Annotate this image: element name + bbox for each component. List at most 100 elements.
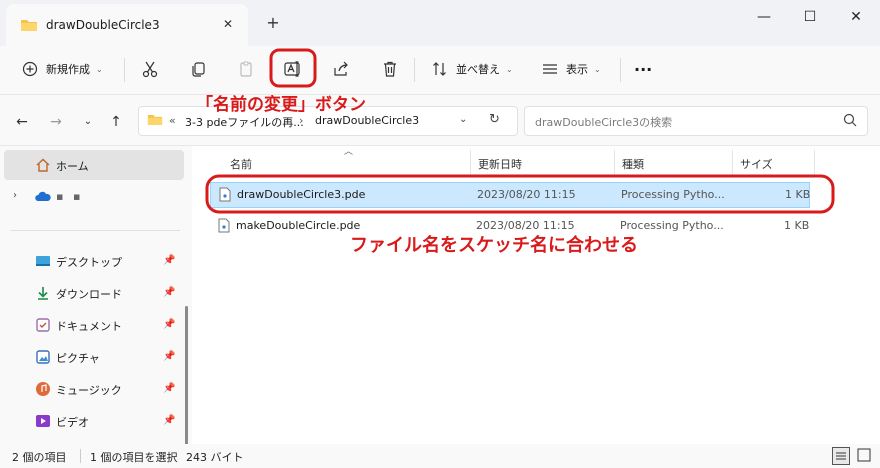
share-button[interactable] xyxy=(331,54,351,84)
nav-cloud-label: ▪ ▪ xyxy=(56,190,84,203)
nav-label: ドキュメント xyxy=(56,320,122,333)
view-label: 表示 xyxy=(566,63,588,76)
selection-size: 243 バイト xyxy=(186,451,244,464)
column-divider[interactable] xyxy=(614,150,615,176)
address-dropdown-icon[interactable]: ⌄ xyxy=(459,114,467,125)
plus-circle-icon xyxy=(20,59,40,79)
nav-label: ダウンロード xyxy=(56,288,122,301)
nav-scrollbar[interactable] xyxy=(185,306,188,446)
file-name: drawDoubleCircle3.pde xyxy=(237,188,366,201)
breadcrumb-current[interactable]: drawDoubleCircle3 xyxy=(315,114,419,127)
search-icon[interactable] xyxy=(843,113,857,130)
new-label: 新規作成 xyxy=(46,63,90,76)
pin-icon[interactable]: 📌 xyxy=(163,383,175,394)
file-icon xyxy=(218,218,230,233)
nav-item-documents[interactable]: ドキュメント 📌 xyxy=(0,310,188,340)
music-icon xyxy=(35,381,51,397)
column-header-type[interactable]: 種類 xyxy=(622,156,644,172)
column-header-date[interactable]: 更新日時 xyxy=(478,156,522,172)
file-size: 1 KB xyxy=(785,188,811,201)
folder-icon xyxy=(20,18,38,35)
nav-item-downloads[interactable]: ダウンロード 📌 xyxy=(0,278,188,308)
breadcrumb-parent[interactable]: 3-3 pdeファイルの再... xyxy=(185,114,304,130)
recent-chevron-icon[interactable]: ⌄ xyxy=(78,112,98,132)
file-name: makeDoubleCircle.pde xyxy=(236,219,361,232)
copy-button[interactable] xyxy=(188,54,208,84)
copy-icon xyxy=(188,59,208,79)
column-header-name[interactable]: 名前 xyxy=(230,156,252,172)
list-view-icon xyxy=(540,59,560,79)
nav-item-home[interactable]: ホーム xyxy=(4,150,184,180)
picture-icon xyxy=(35,349,51,365)
cut-button[interactable] xyxy=(140,54,160,84)
sort-label: 並べ替え xyxy=(456,63,500,76)
divider xyxy=(10,230,180,231)
nav-item-pictures[interactable]: ピクチャ 📌 xyxy=(0,342,188,372)
rename-annotation-note: ファイル名をスケッチ名に合わせる xyxy=(350,235,638,256)
sort-ascending-icon: ︿ xyxy=(344,147,354,157)
tab-drawdoublecircle3[interactable]: drawDoubleCircle3 ✕ xyxy=(6,4,248,46)
overflow-chevron-icon[interactable]: « xyxy=(169,114,176,127)
details-view-icon[interactable] xyxy=(832,447,850,465)
status-bar: 2 個の項目 1 個の項目を選択 243 バイト xyxy=(0,444,880,468)
sort-icon xyxy=(430,59,450,79)
pin-icon[interactable]: 📌 xyxy=(163,415,175,426)
divider xyxy=(414,58,415,82)
file-list: ︿ 名前 更新日時 種類 サイズ drawDoubleCircle3.pde 2… xyxy=(192,146,880,444)
breadcrumb-separator: › xyxy=(299,114,304,127)
video-icon xyxy=(35,413,51,429)
minimize-button[interactable]: — xyxy=(744,6,784,28)
nav-label: デスクトップ xyxy=(56,256,122,269)
up-arrow-icon[interactable]: ↑ xyxy=(106,112,126,132)
pin-icon[interactable]: 📌 xyxy=(163,287,175,298)
expand-chevron-icon[interactable]: › xyxy=(13,190,17,201)
nav-item-music[interactable]: ミュージック 📌 xyxy=(0,374,188,404)
pin-icon[interactable]: 📌 xyxy=(163,255,175,266)
scissors-icon xyxy=(140,59,160,79)
sort-button[interactable]: 並べ替え ⌄ xyxy=(430,54,513,84)
column-divider[interactable] xyxy=(470,150,471,176)
desktop-icon xyxy=(35,253,51,269)
file-row-selected[interactable]: drawDoubleCircle3.pde 2023/08/20 11:15 P… xyxy=(210,182,810,208)
chevron-down-icon: ⌄ xyxy=(506,64,513,74)
navigation-pane: ホーム › ▪ ▪ デスクトップ 📌 ダウンロード 📌 ドキュメント 📌 ピクチ… xyxy=(0,146,192,446)
pin-icon[interactable]: 📌 xyxy=(163,319,175,330)
nav-item-desktop[interactable]: デスクトップ 📌 xyxy=(0,246,188,276)
divider xyxy=(80,449,81,463)
more-options-button[interactable]: ··· xyxy=(634,54,652,84)
tab-close-button[interactable]: ✕ xyxy=(218,14,238,34)
maximize-button[interactable]: ☐ xyxy=(790,6,830,28)
cloud-icon xyxy=(35,189,51,205)
new-tab-button[interactable]: + xyxy=(262,12,284,34)
pin-icon[interactable]: 📌 xyxy=(163,351,175,362)
document-icon xyxy=(35,317,51,333)
rename-icon xyxy=(283,59,303,79)
divider xyxy=(124,58,125,82)
refresh-icon[interactable]: ↻ xyxy=(489,112,500,127)
item-count: 2 個の項目 xyxy=(12,451,67,464)
delete-button[interactable] xyxy=(380,54,400,84)
search-box[interactable]: drawDoubleCircle3の検索 xyxy=(524,106,868,136)
rename-button[interactable] xyxy=(283,54,303,84)
column-divider[interactable] xyxy=(814,150,815,176)
thumbnail-view-icon[interactable] xyxy=(856,447,872,463)
close-window-button[interactable]: ✕ xyxy=(836,6,876,28)
nav-item-onedrive[interactable]: › ▪ ▪ xyxy=(0,182,188,212)
chevron-down-icon: ⌄ xyxy=(96,64,103,74)
chevron-down-icon: ⌄ xyxy=(594,64,601,74)
new-button[interactable]: 新規作成 ⌄ xyxy=(20,54,103,84)
title-bar: drawDoubleCircle3 ✕ + — ☐ ✕ xyxy=(0,0,880,46)
nav-label: ピクチャ xyxy=(56,352,100,365)
back-arrow-icon[interactable]: ← xyxy=(12,112,32,132)
nav-item-videos[interactable]: ビデオ 📌 xyxy=(0,406,188,436)
download-icon xyxy=(35,285,51,301)
paste-button[interactable] xyxy=(236,54,256,84)
column-divider[interactable] xyxy=(732,150,733,176)
column-header-size[interactable]: サイズ xyxy=(740,156,773,172)
home-icon xyxy=(35,157,51,173)
forward-arrow-icon[interactable]: → xyxy=(46,112,66,132)
file-size: 1 KB xyxy=(784,219,810,232)
view-button[interactable]: 表示 ⌄ xyxy=(540,54,601,84)
selection-count: 1 個の項目を選択 xyxy=(90,451,178,464)
search-placeholder: drawDoubleCircle3の検索 xyxy=(535,116,673,129)
